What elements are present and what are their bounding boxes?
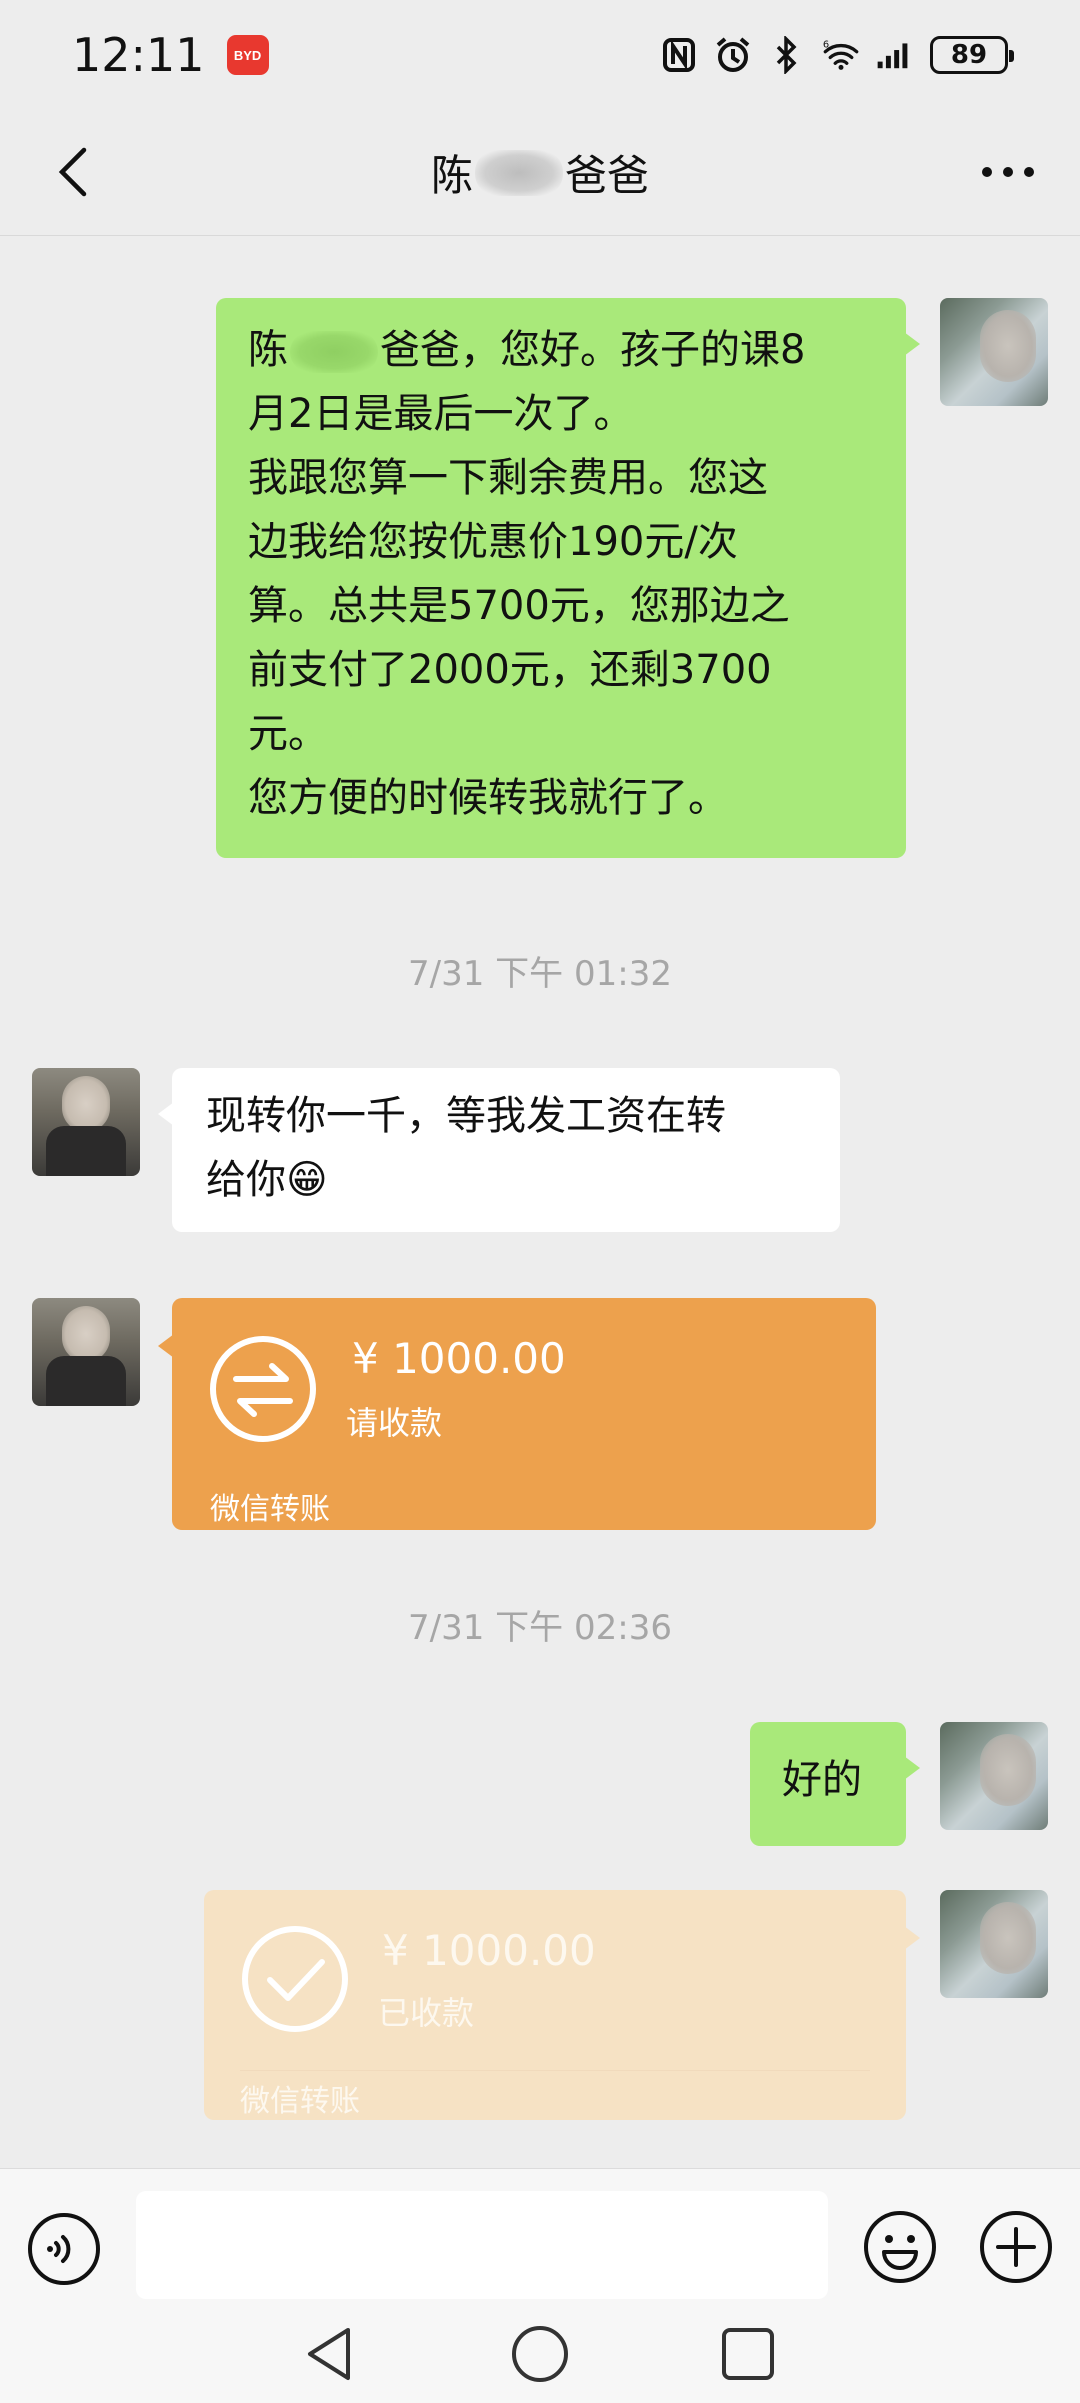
self-avatar[interactable] — [940, 1890, 1048, 1998]
status-time: 12:11 — [72, 28, 205, 82]
back-button[interactable] — [40, 140, 104, 204]
square-recents-icon — [722, 2328, 774, 2380]
voice-input-button[interactable] — [26, 2211, 102, 2287]
message-input[interactable] — [136, 2191, 828, 2299]
redacted-name-blur — [290, 331, 378, 373]
alarm-icon — [714, 36, 752, 74]
chat-title-suffix: 爸爸 — [565, 151, 650, 200]
message-text: 您方便的时候转我就行了。 — [248, 775, 728, 821]
byd-app-icon: BYD — [226, 35, 269, 75]
contact-avatar[interactable] — [32, 1068, 140, 1176]
message-text: 元。 — [248, 711, 328, 757]
transfer-divider — [240, 2070, 870, 2071]
more-functions-button[interactable] — [978, 2209, 1054, 2285]
circle-home-icon — [512, 2326, 568, 2382]
transfer-arrows-icon — [210, 1336, 316, 1442]
self-avatar[interactable] — [940, 298, 1048, 406]
nfc-icon — [660, 36, 698, 74]
bluetooth-icon — [768, 36, 806, 74]
plus-circle-icon — [980, 2211, 1052, 2283]
chat-title-prefix: 陈 — [430, 151, 473, 200]
voice-icon — [28, 2213, 100, 2285]
redacted-name-blur — [475, 149, 563, 196]
chat-header: 陈 爸爸 — [0, 110, 1080, 236]
checkmark-circle-icon — [242, 1926, 348, 2032]
contact-avatar[interactable] — [32, 1298, 140, 1406]
more-options-button[interactable] — [972, 140, 1044, 204]
emoji-button[interactable] — [862, 2209, 938, 2285]
chevron-left-icon — [58, 147, 87, 197]
signal-icon — [876, 36, 914, 74]
system-navigation-bar — [0, 2308, 1080, 2403]
system-home-button[interactable] — [508, 2322, 572, 2386]
message-bubble-outgoing[interactable]: 好的 — [750, 1722, 920, 1846]
message-text: 我跟您算一下剩余费用。您这 — [248, 455, 768, 501]
message-bubble-outgoing[interactable]: 陈 爸爸，您好。孩子的课8 月2日是最后一次了。 我跟您算一下剩余费用。您这 边我… — [216, 298, 920, 858]
system-back-button[interactable] — [298, 2322, 362, 2386]
transfer-card-received[interactable]: ¥ 1000.00 已收款 微信转账 — [204, 1890, 920, 2120]
svg-text:6: 6 — [823, 40, 829, 51]
message-text: 边我给您按优惠价190元/次 — [248, 519, 738, 565]
chat-title: 陈 爸爸 — [431, 142, 649, 203]
message-bubble-incoming[interactable]: 现转你一千，等我发工资在转 给你😁 — [158, 1068, 840, 1232]
system-recents-button[interactable] — [716, 2322, 780, 2386]
message-text: 算。总共是5700元，您那边之 — [248, 583, 790, 629]
chat-timestamp: 7/31 下午 01:32 — [408, 954, 672, 994]
status-icons: 6 89 — [660, 36, 1014, 74]
status-bar: 12:11 BYD 6 89 — [0, 0, 1080, 110]
smiley-icon — [864, 2211, 936, 2283]
transfer-amount: ¥ 1000.00 — [382, 1926, 596, 1975]
triangle-back-icon — [308, 2328, 350, 2380]
transfer-amount: ¥ 1000.00 — [352, 1334, 566, 1383]
message-text: 好的 — [782, 1757, 862, 1803]
message-text: 月2日是最后一次了。 — [248, 391, 634, 437]
self-avatar[interactable] — [940, 1722, 1048, 1830]
chat-timestamp: 7/31 下午 02:36 — [408, 1608, 672, 1648]
message-text: 现转你一千，等我发工资在转 — [206, 1093, 726, 1139]
message-text: 给你😁 — [206, 1157, 328, 1203]
message-line: 陈 爸爸，您好。孩子的课8 — [248, 318, 874, 382]
transfer-status: 请收款 — [346, 1404, 443, 1442]
transfer-footer: 微信转账 — [210, 1492, 330, 1527]
transfer-status: 已收款 — [378, 1994, 475, 2032]
message-text: 前支付了2000元，还剩3700 — [248, 647, 772, 693]
chat-input-bar — [0, 2168, 1080, 2308]
battery-icon: 89 — [930, 36, 1014, 74]
transfer-card-pending[interactable]: ¥ 1000.00 请收款 微信转账 — [158, 1298, 876, 1530]
wifi-6-icon: 6 — [822, 36, 860, 74]
message-text: 爸爸，您好。孩子的课8 — [380, 327, 806, 373]
message-name-prefix: 陈 — [248, 327, 288, 373]
transfer-footer: 微信转账 — [240, 2084, 360, 2119]
ellipsis-icon — [982, 167, 1034, 177]
